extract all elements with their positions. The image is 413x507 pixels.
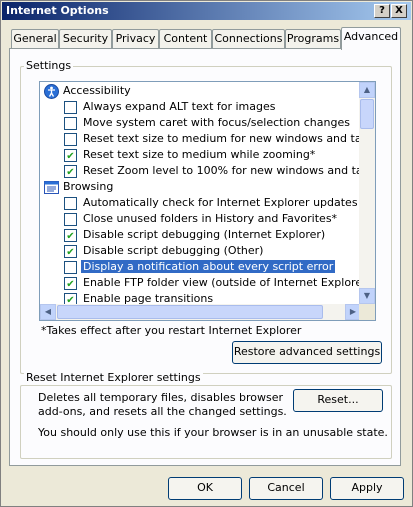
setting-checkbox[interactable] [64,229,77,242]
tab-security[interactable]: Security [59,29,112,49]
help-button[interactable]: ? [374,4,390,18]
setting-checkbox[interactable] [64,197,77,210]
setting-label: Disable script debugging (Internet Explo… [83,228,326,241]
tab-connections[interactable]: Connections [212,29,285,49]
accessibility-icon [44,84,59,99]
window-title: Internet Options [6,4,109,17]
setting-checkbox[interactable] [64,149,77,162]
internet-options-dialog: Internet Options ? X General Security Pr… [0,0,413,507]
horizontal-scrollbar[interactable]: ◀ ▶ [40,304,361,320]
setting-label: Move system caret with focus/selection c… [83,116,350,129]
advanced-tab-panel: Settings Accessibility Always expand ALT… [9,48,401,466]
restart-footnote: *Takes effect after you restart Internet… [41,324,302,337]
setting-label: Disable script debugging (Other) [83,244,264,257]
setting-checkbox[interactable] [64,133,77,146]
settings-group-label: Settings [24,59,74,72]
browsing-icon [44,180,59,195]
tab-programs[interactable]: Programs [285,29,341,49]
horizontal-scroll-thumb[interactable] [57,305,323,319]
settings-list[interactable]: Accessibility Always expand ALT text for… [39,81,376,321]
setting-label: Reset text size to medium while zooming* [83,148,316,161]
close-button[interactable]: X [391,4,407,18]
ok-button[interactable]: OK [168,477,242,500]
setting-label: Close unused folders in History and Favo… [83,212,338,225]
setting-checkbox[interactable] [64,277,77,290]
cancel-button[interactable]: Cancel [249,477,323,500]
setting-label: Display a notification about every scrip… [81,260,336,273]
tab-content[interactable]: Content [159,29,212,49]
setting-label: Reset Zoom level to 100% for new windows… [83,164,376,177]
category-label: Browsing [63,180,114,193]
vertical-scrollbar[interactable]: ▲ ▼ [359,82,375,304]
reset-description-line1: Deletes all temporary files, disables br… [38,391,284,404]
setting-checkbox[interactable] [64,101,77,114]
setting-checkbox[interactable] [64,261,77,274]
scroll-left-icon[interactable]: ◀ [40,304,56,320]
reset-group-label: Reset Internet Explorer settings [24,371,203,384]
setting-label: Automatically check for Internet Explore… [83,196,358,209]
restore-advanced-settings-button[interactable]: Restore advanced settings [232,341,382,364]
apply-button[interactable]: Apply [330,477,404,500]
tab-privacy[interactable]: Privacy [112,29,159,49]
setting-checkbox[interactable] [64,245,77,258]
setting-checkbox[interactable] [64,165,77,178]
setting-checkbox[interactable] [64,117,77,130]
scroll-down-icon[interactable]: ▼ [359,288,375,304]
reset-warning: You should only use this if your browser… [38,426,388,439]
tab-advanced[interactable]: Advanced [341,27,401,50]
vertical-scroll-thumb[interactable] [360,99,374,129]
tab-general[interactable]: General [11,29,59,49]
reset-button[interactable]: Reset... [293,389,383,412]
setting-label: Reset text size to medium for new window… [83,132,375,145]
setting-label: Enable FTP folder view (outside of Inter… [83,276,371,289]
reset-description-line2: add-ons, and resets all the changed sett… [38,405,287,418]
category-label: Accessibility [63,84,131,97]
setting-label: Always expand ALT text for images [83,100,276,113]
scrollbar-corner [359,304,375,320]
setting-checkbox[interactable] [64,213,77,226]
scroll-up-icon[interactable]: ▲ [359,82,375,98]
title-bar[interactable]: Internet Options ? X [2,2,411,20]
